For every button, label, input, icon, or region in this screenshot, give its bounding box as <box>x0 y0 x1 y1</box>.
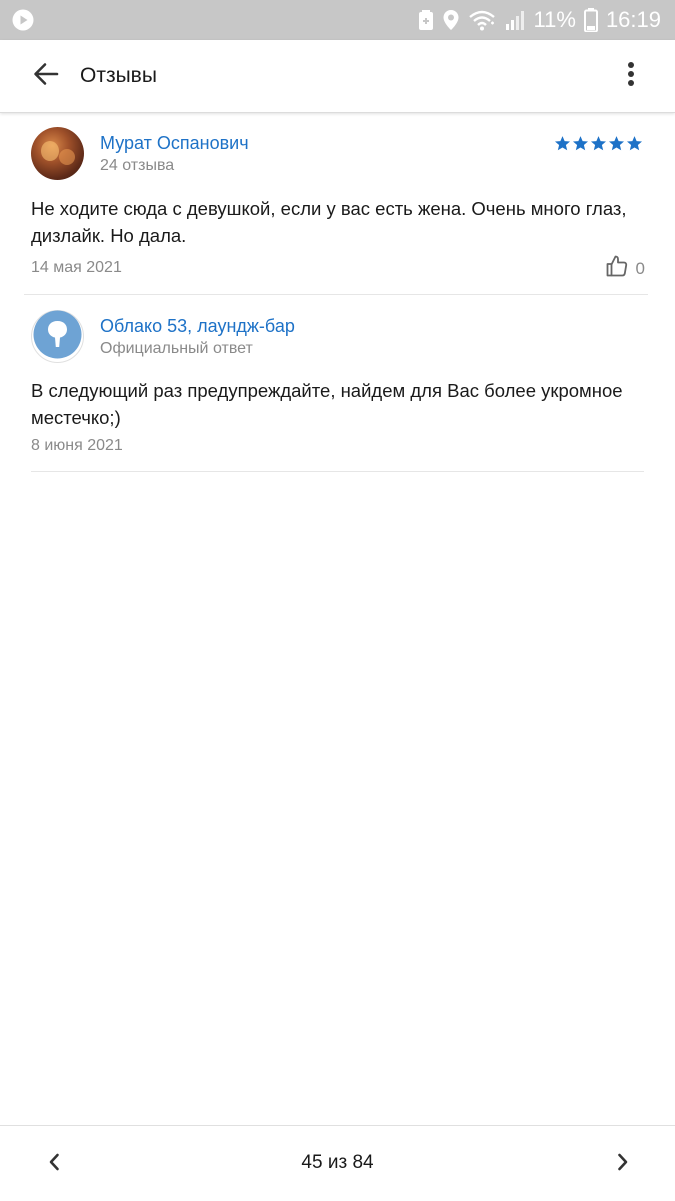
org-logo-icon <box>33 310 82 364</box>
signal-icon <box>504 9 526 31</box>
star-icon <box>608 135 625 152</box>
back-button[interactable] <box>24 54 68 98</box>
like-button[interactable]: 0 <box>606 255 645 282</box>
location-icon <box>442 9 460 31</box>
response-text: В следующий раз предупреждайте, найдем д… <box>31 380 623 428</box>
next-button[interactable] <box>601 1142 645 1186</box>
status-bar: 11% 16:19 <box>0 0 675 40</box>
star-icon <box>572 135 589 152</box>
org-name[interactable]: Облако 53, лаундж-бар <box>100 316 295 337</box>
like-count: 0 <box>635 258 645 278</box>
official-response-label: Официальный ответ <box>100 340 253 357</box>
page-indicator: 45 из 84 <box>301 1152 374 1173</box>
review-text: Не ходите сюда с девушкой, если у вас ес… <box>31 198 627 246</box>
author-name[interactable]: Мурат Оспанович <box>100 133 249 154</box>
battery-percent: 11% <box>533 7 576 32</box>
org-avatar[interactable] <box>31 310 84 363</box>
response-date: 8 июня 2021 <box>31 437 123 454</box>
star-icon <box>590 135 607 152</box>
page-title: Отзывы <box>80 64 157 87</box>
divider <box>31 471 644 472</box>
battery-saver-icon <box>418 9 434 31</box>
wifi-icon <box>468 9 496 31</box>
more-vertical-icon <box>627 61 635 92</box>
status-time: 16:19 <box>605 7 661 32</box>
app-bar: Отзывы <box>0 40 675 113</box>
arrow-left-icon <box>33 61 59 92</box>
more-options-button[interactable] <box>609 54 653 98</box>
chevron-right-icon <box>616 1152 630 1177</box>
avatar[interactable] <box>31 127 84 180</box>
status-indicators: 11% 16:19 <box>418 0 661 40</box>
divider <box>24 294 648 295</box>
star-icon <box>626 135 643 152</box>
review-date: 14 мая 2021 <box>31 259 122 276</box>
thumbs-up-icon <box>606 255 628 282</box>
star-icon <box>554 135 571 152</box>
battery-icon <box>583 8 598 32</box>
author-reviews-count: 24 отзыва <box>100 157 175 174</box>
rating-stars <box>554 135 643 152</box>
play-icon <box>12 9 34 31</box>
pagination-bar: 45 из 84 <box>0 1125 675 1201</box>
